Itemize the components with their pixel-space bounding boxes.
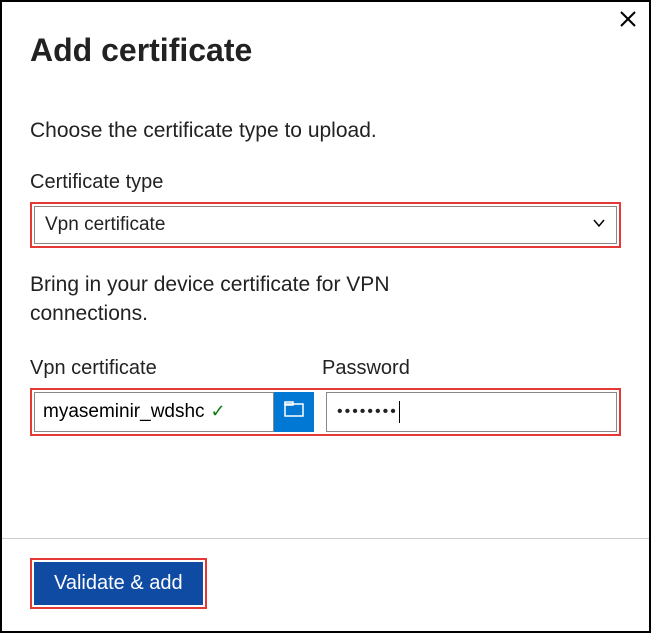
cert-type-select[interactable]: Vpn certificate bbox=[34, 206, 617, 244]
folder-icon bbox=[284, 401, 304, 422]
check-icon: ✓ bbox=[211, 401, 226, 422]
cert-type-highlight: Vpn certificate bbox=[30, 202, 621, 248]
file-label: Vpn certificate bbox=[30, 357, 310, 380]
chevron-down-icon bbox=[592, 216, 606, 235]
footer-divider bbox=[2, 538, 649, 539]
file-password-highlight: myaseminir_wdshc ✓ •••• bbox=[30, 388, 621, 436]
password-input[interactable]: •••••••• bbox=[326, 392, 617, 432]
browse-button[interactable] bbox=[274, 392, 314, 432]
cert-type-value: Vpn certificate bbox=[45, 214, 165, 236]
intro-text: Choose the certificate type to upload. bbox=[30, 119, 621, 143]
text-cursor bbox=[399, 401, 400, 423]
password-label: Password bbox=[322, 357, 621, 380]
cert-type-label: Certificate type bbox=[30, 171, 621, 194]
validate-add-button[interactable]: Validate & add bbox=[34, 562, 203, 605]
password-mask: •••••••• bbox=[337, 403, 398, 421]
close-icon[interactable] bbox=[619, 10, 637, 32]
file-name-input[interactable]: myaseminir_wdshc ✓ bbox=[34, 392, 274, 432]
add-certificate-panel: Add certificate Choose the certificate t… bbox=[0, 0, 651, 633]
cert-type-hint: Bring in your device certificate for VPN… bbox=[30, 270, 460, 329]
page-title: Add certificate bbox=[30, 32, 621, 69]
file-name-text: myaseminir_wdshc bbox=[43, 401, 205, 423]
submit-highlight: Validate & add bbox=[30, 558, 207, 609]
